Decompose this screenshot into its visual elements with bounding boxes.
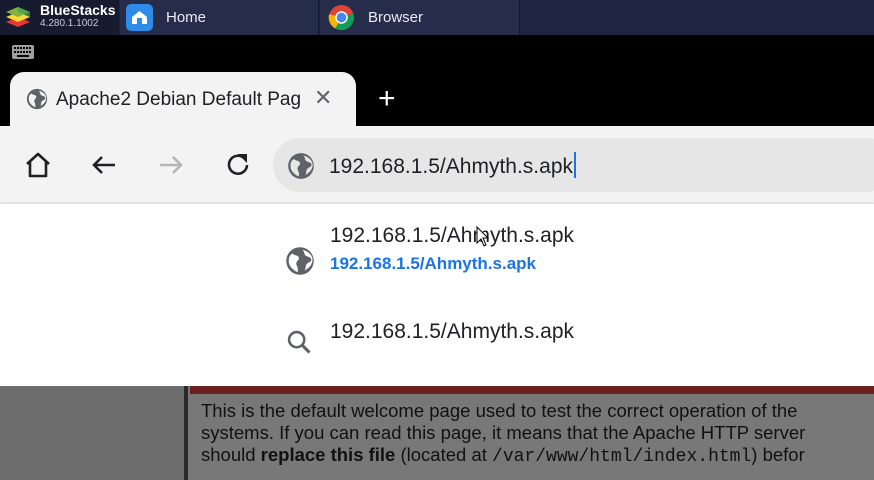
line3-suffix: ) befor (751, 444, 805, 465)
web-page-content: This is the default welcome page used to… (0, 386, 874, 480)
page-paragraph: This is the default welcome page used to… (201, 400, 874, 468)
home-icon (126, 4, 153, 31)
omnibox-text: 192.168.1.5/Ahmyth.s.apk (329, 155, 573, 178)
reload-icon[interactable] (222, 149, 254, 181)
suggestion-search[interactable]: 192.168.1.5/Ahmyth.s.apk (0, 316, 874, 356)
tab-browser-label: Browser (368, 9, 424, 26)
tab-home-label: Home (166, 9, 207, 26)
line3-prefix: should (201, 444, 261, 465)
page-margin (0, 386, 184, 480)
chrome-tab-active[interactable]: Apache2 Debian Default Pag ✕ (10, 72, 356, 126)
line3-code: /var/www/html/index.html (492, 447, 752, 467)
suggestion-search-text: 192.168.1.5/Ahmyth.s.apk (330, 320, 574, 343)
suggestion-url-text: 192.168.1.5/Ahmyth.s.apk (330, 254, 537, 273)
bluestacks-logo: BlueStacks 4.280.1.1002 (0, 0, 119, 35)
page-line-1: This is the default welcome page used to… (201, 400, 798, 421)
home-button-icon[interactable] (22, 149, 54, 181)
bluestacks-titlebar: BlueStacks 4.280.1.1002 Home Browser (0, 0, 874, 35)
globe-icon (26, 88, 48, 110)
close-icon[interactable]: ✕ (314, 87, 332, 109)
line3-bold: replace this file (260, 444, 396, 465)
suggestion-url[interactable]: 192.168.1.5/Ahmyth.s.apk 192.168.1.5/Ahm… (0, 218, 874, 284)
line3-mid: (located at (395, 444, 493, 465)
omnibox-input[interactable]: 192.168.1.5/Ahmyth.s.apk (329, 152, 576, 179)
page-line-2: systems. If you can read this page, it m… (201, 422, 806, 443)
chrome-tab-title: Apache2 Debian Default Pag (56, 89, 302, 110)
bluestacks-tab-home[interactable]: Home (120, 0, 319, 35)
search-icon (287, 330, 311, 354)
bluestacks-logo-icon (6, 7, 30, 27)
bluestacks-name: BlueStacks (40, 2, 116, 18)
new-tab-button[interactable]: + (378, 84, 396, 114)
chrome-icon (328, 4, 355, 31)
omnibox[interactable]: 192.168.1.5/Ahmyth.s.apk (273, 138, 874, 192)
chrome-toolbar: 192.168.1.5/Ahmyth.s.apk (0, 126, 874, 204)
android-status-row (0, 35, 874, 72)
chrome-tabstrip: Apache2 Debian Default Pag ✕ + (0, 72, 874, 126)
suggestion-title: 192.168.1.5/Ahmyth.s.apk (330, 224, 574, 247)
mouse-pointer-icon (476, 226, 490, 247)
omnibox-suggestions: 192.168.1.5/Ahmyth.s.apk 192.168.1.5/Ahm… (0, 204, 874, 386)
page-header-bar (190, 386, 874, 394)
back-arrow-icon[interactable] (88, 149, 120, 181)
keyboard-icon[interactable] (12, 45, 34, 59)
page-line-3: should replace this file (located at /va… (201, 444, 874, 468)
globe-icon (286, 247, 314, 275)
bluestacks-version: 4.280.1.1002 (40, 18, 99, 29)
forward-arrow-icon[interactable] (155, 149, 187, 181)
text-caret (574, 152, 576, 178)
globe-icon (288, 153, 314, 179)
bluestacks-tab-browser[interactable]: Browser (320, 0, 520, 35)
